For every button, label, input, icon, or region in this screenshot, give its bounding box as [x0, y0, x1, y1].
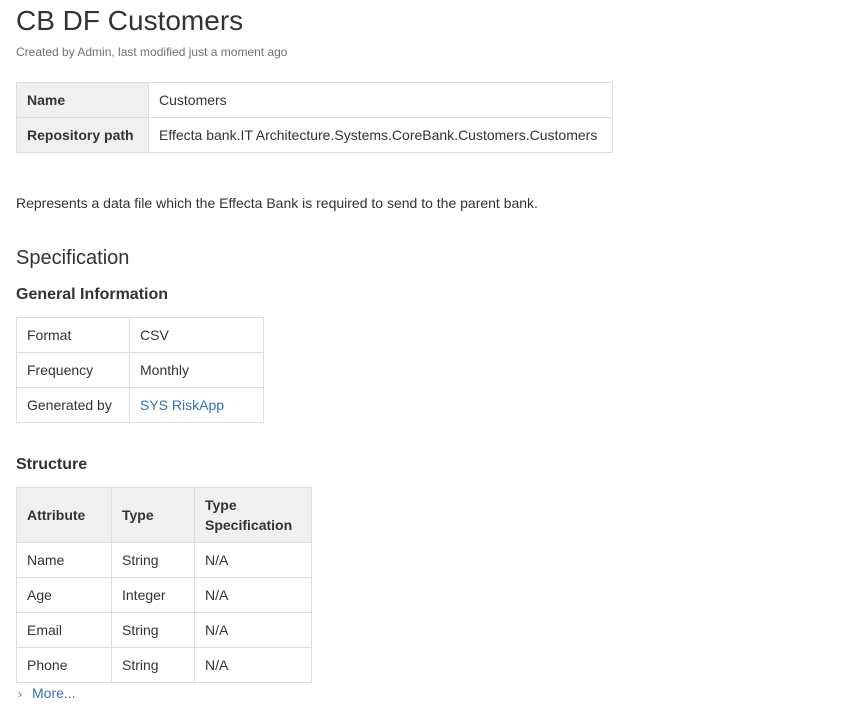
expand-more-toggle[interactable]: › More... — [18, 684, 76, 703]
cell-attribute: Name — [16, 542, 112, 578]
info-value-frequency: Monthly — [129, 352, 264, 388]
property-value-repository-path: Effecta bank.IT Architecture.Systems.Cor… — [148, 117, 613, 153]
cell-type: String — [111, 612, 195, 648]
info-key-format: Format — [16, 317, 130, 353]
property-value-name: Customers — [148, 82, 613, 118]
table-row: Generated by SYS RiskApp — [16, 387, 264, 423]
table-row: Name String N/A — [16, 542, 312, 578]
column-header-type: Type — [111, 487, 195, 543]
more-link[interactable]: More... — [32, 685, 76, 701]
cell-type-specification: N/A — [194, 647, 312, 683]
structure-heading: Structure — [16, 456, 88, 473]
table-row: Repository path Effecta bank.IT Architec… — [16, 117, 613, 153]
chevron-right-icon: › — [18, 687, 22, 701]
table-row: Phone String N/A — [16, 647, 312, 683]
table-row: Format CSV — [16, 317, 264, 353]
info-value-format: CSV — [129, 317, 264, 353]
general-information-table: Format CSV Frequency Monthly Generated b… — [16, 317, 264, 423]
cell-type-specification: N/A — [194, 577, 312, 613]
cell-attribute: Email — [16, 612, 112, 648]
cell-type: Integer — [111, 577, 195, 613]
info-value-generated-by: SYS RiskApp — [129, 387, 264, 423]
table-row: Frequency Monthly — [16, 352, 264, 388]
cell-type-specification: N/A — [194, 612, 312, 648]
general-information-heading: General Information — [16, 286, 169, 303]
table-header-row: Attribute Type Type Specification — [16, 487, 312, 543]
properties-table: Name Customers Repository path Effecta b… — [16, 82, 613, 153]
generated-by-link[interactable]: SYS RiskApp — [140, 397, 224, 413]
page-title: CB DF Customers — [16, 5, 244, 36]
page-byline: Created by Admin, last modified just a m… — [16, 45, 288, 59]
column-header-type-specification: Type Specification — [194, 487, 312, 543]
column-header-attribute: Attribute — [16, 487, 112, 543]
info-key-frequency: Frequency — [16, 352, 130, 388]
page-description: Represents a data file which the Effecta… — [16, 195, 538, 211]
cell-type: String — [111, 542, 195, 578]
table-row: Age Integer N/A — [16, 577, 312, 613]
table-row: Email String N/A — [16, 612, 312, 648]
specification-heading: Specification — [16, 247, 130, 269]
cell-type-specification: N/A — [194, 542, 312, 578]
property-key-name: Name — [16, 82, 149, 118]
cell-attribute: Age — [16, 577, 112, 613]
structure-table: Attribute Type Type Specification Name S… — [16, 487, 312, 683]
cell-attribute: Phone — [16, 647, 112, 683]
cell-type: String — [111, 647, 195, 683]
info-key-generated-by: Generated by — [16, 387, 130, 423]
property-key-repository-path: Repository path — [16, 117, 149, 153]
table-row: Name Customers — [16, 82, 613, 118]
